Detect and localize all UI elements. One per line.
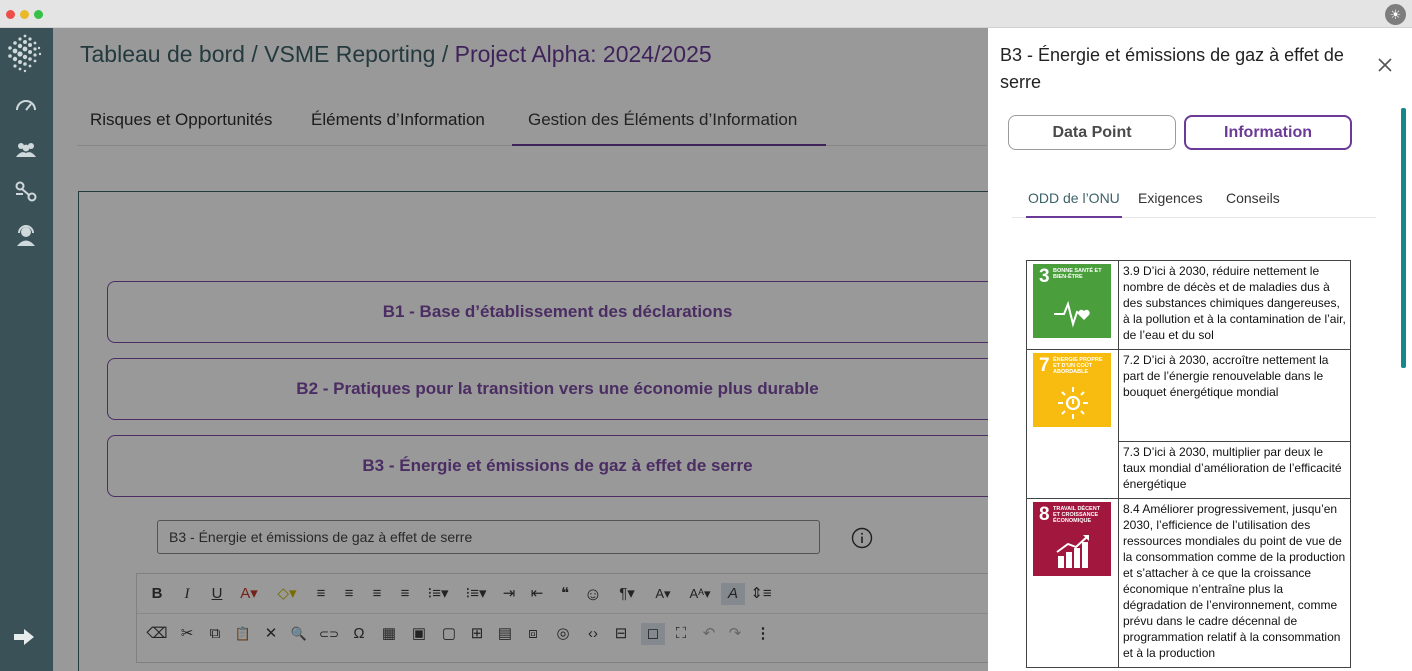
sdg-label: BONNE SANTÉ ET BIEN-ÊTRE <box>1053 268 1102 280</box>
theme-toggle-icon[interactable]: ☀ <box>1385 4 1406 25</box>
sun-power-icon <box>1058 387 1088 419</box>
logout-icon[interactable] <box>12 626 38 648</box>
sdg-target-7-3: 7.3 D’ici à 2030, multiplier par deux le… <box>1118 441 1351 499</box>
left-sidebar <box>0 28 53 671</box>
window-titlebar: ☀ <box>0 0 1412 28</box>
heartbeat-icon <box>1054 300 1090 328</box>
sdg-target-7-2: 7.2 D’ici à 2030, accroître nettement la… <box>1118 349 1351 442</box>
support-agent-icon[interactable] <box>13 224 39 248</box>
growth-chart-icon <box>1056 535 1089 568</box>
data-point-button[interactable]: Data Point <box>1008 115 1176 150</box>
sdg-target-8-4: 8.4 Améliorer progressivement, jusqu’en … <box>1118 498 1351 668</box>
modal-backdrop[interactable] <box>53 28 988 671</box>
sdg-targets-table: 3 BONNE SANTÉ ET BIEN-ÊTRE 3.9 D’ici à 2… <box>1026 260 1351 668</box>
maximize-window-button[interactable] <box>34 10 43 19</box>
sdg-number: 8 <box>1039 504 1050 525</box>
sdg-8-badge: 8 TRAVAIL DÉCENT ET CROISSANCE ÉCONOMIQU… <box>1033 502 1111 576</box>
sdg-number: 7 <box>1039 355 1050 376</box>
app-logo-icon[interactable] <box>3 32 47 76</box>
tab-exigences[interactable]: Exigences <box>1138 190 1203 206</box>
table-row: 8 TRAVAIL DÉCENT ET CROISSANCE ÉCONOMIQU… <box>1026 498 1351 668</box>
drawer-title: B3 - Énergie et émissions de gaz à effet… <box>1000 45 1344 92</box>
sdg-label: ÉNERGIE PROPRE ET D’UN COÛT ABORDABLE <box>1053 357 1103 375</box>
close-window-button[interactable] <box>6 10 15 19</box>
workflow-nodes-icon[interactable] <box>13 180 39 204</box>
minimize-window-button[interactable] <box>20 10 29 19</box>
sdg-7-badge: 7 ÉNERGIE PROPRE ET D’UN COÛT ABORDABLE <box>1033 353 1111 427</box>
users-group-icon[interactable] <box>13 138 39 162</box>
sdg-cell: 3 BONNE SANTÉ ET BIEN-ÊTRE <box>1026 260 1119 350</box>
main-content: Tableau de bord / VSME Reporting / Proje… <box>53 28 988 671</box>
information-button[interactable]: Information <box>1184 115 1352 150</box>
sdg-target-3-9: 3.9 D’ici à 2030, réduire nettement le n… <box>1118 260 1351 350</box>
drawer-subtabs: ODD de l’ONU Exigences Conseils <box>1012 188 1376 218</box>
tab-conseils[interactable]: Conseils <box>1226 190 1280 206</box>
tab-odd-onu[interactable]: ODD de l’ONU <box>1026 190 1122 218</box>
dashboard-gauge-icon[interactable] <box>13 93 39 117</box>
sdg-cell: 8 TRAVAIL DÉCENT ET CROISSANCE ÉCONOMIQU… <box>1026 498 1119 668</box>
sdg-cell: 7 ÉNERGIE PROPRE ET D’UN COÛT ABORDABLE <box>1026 349 1119 499</box>
sdg-label: TRAVAIL DÉCENT ET CROISSANCE ÉCONOMIQUE <box>1053 506 1101 524</box>
table-row: 3 BONNE SANTÉ ET BIEN-ÊTRE 3.9 D’ici à 2… <box>1026 260 1351 350</box>
detail-drawer: B3 - Énergie et émissions de gaz à effet… <box>988 28 1412 671</box>
drawer-scrollbar[interactable] <box>1401 108 1406 368</box>
sdg-number: 3 <box>1039 266 1050 287</box>
sdg-3-badge: 3 BONNE SANTÉ ET BIEN-ÊTRE <box>1033 264 1111 338</box>
table-row: 7 ÉNERGIE PROPRE ET D’UN COÛT ABORDABLE … <box>1026 349 1351 499</box>
close-icon[interactable] <box>1376 56 1394 74</box>
